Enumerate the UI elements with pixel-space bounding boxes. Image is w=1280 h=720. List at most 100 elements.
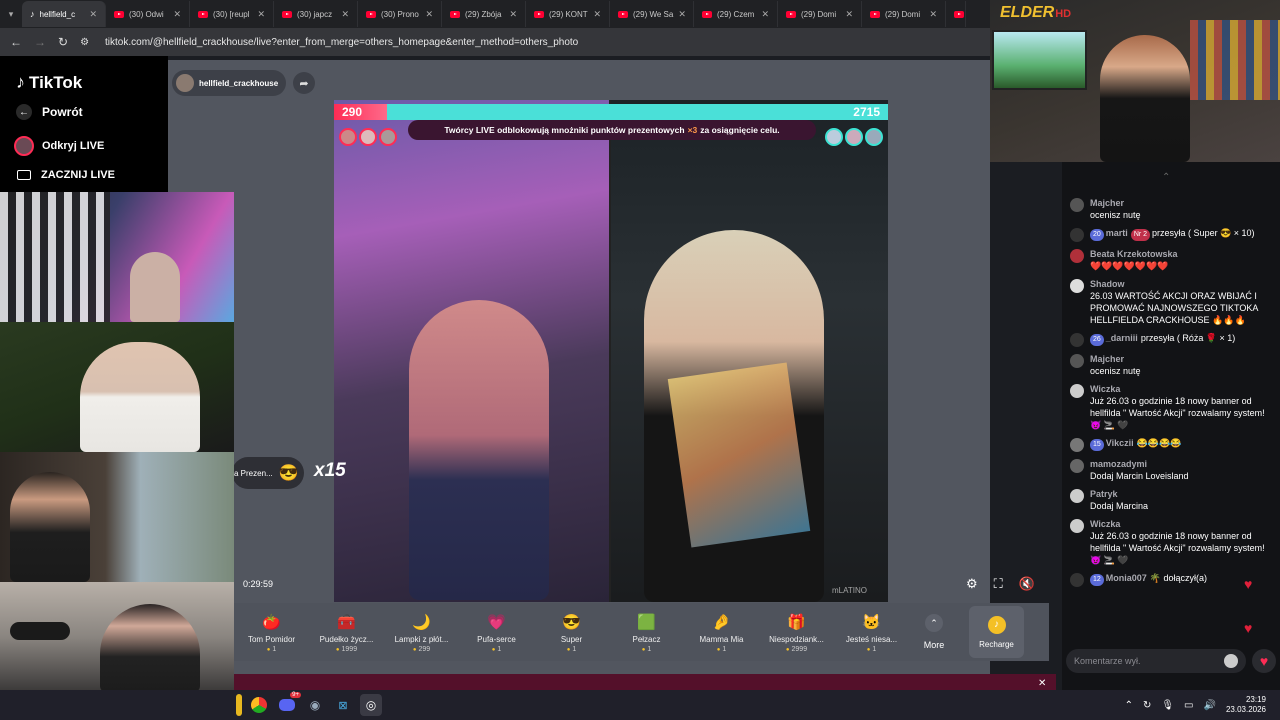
back-button[interactable]: ← Powrót <box>16 104 83 120</box>
avatar[interactable] <box>1070 459 1084 473</box>
tab-close-icon[interactable]: ✕ <box>929 9 937 20</box>
chat-username[interactable]: Beata Krzekotowska <box>1090 248 1272 260</box>
discover-live-button[interactable]: Odkryj LIVE <box>14 136 104 156</box>
gift-item[interactable]: 🟩 Pełzacz 1 <box>609 611 684 653</box>
browser-tab[interactable]: (30) japcz ✕ <box>274 1 358 27</box>
avatar[interactable] <box>1070 438 1084 452</box>
tab-close-icon[interactable]: ✕ <box>845 9 853 20</box>
tab-close-icon[interactable]: ✕ <box>509 9 517 20</box>
host-header[interactable]: hellfield_crackhouse <box>172 70 286 96</box>
reload-icon[interactable]: ↻ <box>58 35 68 49</box>
tray-chevron-icon[interactable]: ⌃ <box>1125 700 1133 711</box>
share-button[interactable]: ➦ <box>293 72 315 94</box>
browser-tab[interactable]: (29) Domi ✕ <box>862 1 946 27</box>
arrow-left-icon: ← <box>16 104 32 120</box>
chat-username[interactable]: _darniii <box>1106 333 1138 343</box>
gift-list: 🍅 Tom Pomidor 1 🧰 Pudełko życz... 1999 🌙 Lampki… <box>234 611 909 653</box>
back-arrow-icon[interactable]: ← <box>10 35 22 49</box>
browser-tab[interactable]: (30) Odwi ✕ <box>106 1 190 27</box>
browser-tab[interactable]: (29) Zbója ✕ <box>442 1 526 27</box>
forward-arrow-icon[interactable]: → <box>34 35 46 49</box>
avatar[interactable] <box>1070 384 1084 398</box>
avatar[interactable] <box>1070 519 1084 533</box>
chat-message: Majcher ocenisz nutę <box>1062 194 1280 224</box>
fullscreen-icon[interactable]: ⛶ <box>994 576 1003 592</box>
avatar[interactable] <box>1070 333 1084 347</box>
browser-tab[interactable]: ♪ hellfield_c ✕ <box>22 1 106 27</box>
gift-item[interactable]: 🧰 Pudełko życz... 1999 <box>309 611 384 653</box>
tab-close-icon[interactable]: ✕ <box>761 9 769 20</box>
gift-item[interactable]: 🐱 Jesteś niesa... 1 <box>834 611 909 653</box>
microphone-icon[interactable]: 🎙 <box>1161 700 1174 711</box>
avatar[interactable] <box>1070 573 1084 587</box>
chat-username[interactable]: Shadow <box>1090 278 1272 290</box>
live-video-player[interactable]: mLATINO 290 2715 Twórcy LIVE odblokowują… <box>334 100 888 602</box>
browser-tab[interactable]: (29) Czem ✕ <box>694 1 778 27</box>
network-icon[interactable]: ▭ <box>1184 700 1193 711</box>
folder-icon[interactable] <box>236 694 242 716</box>
chevron-up-icon: ⌃ <box>925 614 943 632</box>
browser-tab[interactable]: (30) [reupl ✕ <box>190 1 274 27</box>
gift-item[interactable]: 🌙 Lampki z płót... 299 <box>384 611 459 653</box>
recharge-button[interactable]: ♪ Recharge <box>969 606 1024 658</box>
chat-username[interactable]: Wiczka <box>1090 383 1272 395</box>
avatar[interactable] <box>1070 489 1084 503</box>
chevron-up-icon[interactable]: ⌃ <box>1162 172 1170 183</box>
tab-close-icon[interactable]: ✕ <box>173 9 181 20</box>
like-heart-button[interactable]: ♥ <box>1252 649 1276 673</box>
obs-icon[interactable]: ◎ <box>360 694 382 716</box>
browser-tab[interactable]: (30) Prono ✕ <box>358 1 442 27</box>
sync-icon[interactable]: ↻ <box>1143 700 1151 711</box>
chat-username[interactable]: Wiczka <box>1090 518 1272 530</box>
mute-icon[interactable]: 🔇 <box>1019 576 1035 592</box>
browser-tab[interactable]: Je <box>946 1 966 27</box>
browser-tab[interactable]: (29) KONT ✕ <box>526 1 610 27</box>
chat-username[interactable]: Majcher <box>1090 197 1272 209</box>
tab-close-icon[interactable]: ✕ <box>89 9 97 20</box>
gift-item[interactable]: 🤌 Mamma Mia 1 <box>684 611 759 653</box>
gift-item[interactable]: 💗 Pufa-serce 1 <box>459 611 534 653</box>
remote-desktop-icon[interactable]: ⊠ <box>332 694 354 716</box>
tab-close-icon[interactable]: ✕ <box>678 9 686 20</box>
gift-item[interactable]: 😎 Super 1 <box>534 611 609 653</box>
browser-tab[interactable]: (29) Domi ✕ <box>778 1 862 27</box>
chat-username[interactable]: Majcher <box>1090 353 1272 365</box>
clock-time: 23:19 <box>1245 695 1266 704</box>
more-gifts-button[interactable]: ⌃ More <box>909 614 959 650</box>
tab-menu-button[interactable]: ▾ <box>0 9 22 20</box>
chat-username[interactable]: marti <box>1106 228 1128 238</box>
tab-close-icon[interactable]: ✕ <box>341 9 349 20</box>
start-live-label: ZACZNIJ LIVE <box>41 169 115 181</box>
gift-item[interactable]: 🎁 Niespodziank... 2999 <box>759 611 834 653</box>
clock[interactable]: 23:19 23.03.2026 <box>1226 695 1266 715</box>
chat-username[interactable]: Vikczii <box>1106 438 1134 448</box>
banner-multiplier: ×3 <box>687 125 698 135</box>
avatar[interactable] <box>1070 198 1084 212</box>
gift-item[interactable]: 🍅 Tom Pomidor 1 <box>234 611 309 653</box>
volume-icon[interactable]: 🔊 <box>1204 700 1216 711</box>
site-info-icon[interactable]: ⚙ <box>80 37 89 48</box>
chat-username[interactable]: Monia007 <box>1106 573 1147 583</box>
steam-icon[interactable]: ◉ <box>304 694 326 716</box>
tab-close-icon[interactable]: ✕ <box>425 9 433 20</box>
chat-username[interactable]: Patryk <box>1090 488 1272 500</box>
emoji-icon[interactable] <box>1224 654 1238 668</box>
chat-message: Wiczka Już 26.03 o godzinie 18 nowy banne… <box>1062 380 1280 434</box>
chrome-icon[interactable] <box>248 694 270 716</box>
comment-input[interactable]: Komentarze wył. <box>1066 649 1246 673</box>
discord-icon[interactable]: 9+ <box>276 692 301 716</box>
settings-icon[interactable]: ⚙ <box>966 576 978 592</box>
avatar[interactable] <box>1070 354 1084 368</box>
tab-close-icon[interactable]: ✕ <box>593 9 601 20</box>
chat-username[interactable]: mamozadymi <box>1090 458 1272 470</box>
url-text[interactable]: tiktok.com/@hellfield_crackhouse/live?en… <box>105 37 578 48</box>
avatar[interactable] <box>1070 228 1084 242</box>
start-live-button[interactable]: ZACZNIJ LIVE <box>17 169 115 181</box>
video-camera-icon <box>17 170 31 180</box>
browser-tab[interactable]: (29) We Sa ✕ <box>610 1 694 27</box>
level-badge: 12 <box>1090 574 1104 586</box>
close-icon[interactable]: ✕ <box>1038 678 1046 689</box>
avatar[interactable] <box>1070 279 1084 293</box>
tab-close-icon[interactable]: ✕ <box>257 9 265 20</box>
avatar[interactable] <box>1070 249 1084 263</box>
